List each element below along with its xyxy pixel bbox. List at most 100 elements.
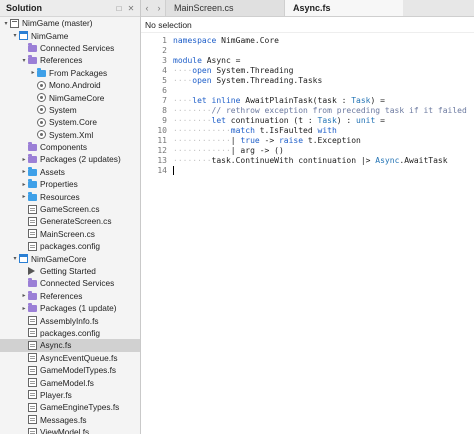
tab-async[interactable]: Async.fs [284,0,403,16]
solution-tree-item-label: GameModel.fs [40,377,94,388]
code-line[interactable]: 1 namespace NimGame.Core [141,35,474,45]
solution-tree-item[interactable]: Getting Started [0,265,140,277]
code-line[interactable]: 3 module Async = [141,55,474,65]
code-token: AwaitPlainTask(task : [240,95,352,105]
code-text [173,165,174,175]
chevron-right-icon[interactable]: ▸ [20,193,28,200]
path-bar-text: No selection [145,19,192,30]
solution-tree-item-label: From Packages [49,67,108,78]
code-token: // rethrow exception from preceding task… [211,105,467,115]
solution-tree-item[interactable]: GenerateScreen.cs [0,215,140,227]
solution-tree-item[interactable]: System.Core [0,116,140,128]
code-editor[interactable]: 1 namespace NimGame.Core 2 3 module Async = 4… [141,33,474,175]
code-token: with [317,125,337,135]
code-line[interactable]: 11 ············| true -> raise t.Exceptio… [141,135,474,145]
chevron-right-icon[interactable]: ▸ [20,305,28,312]
chevron-right-icon[interactable]: ▸ [20,156,28,163]
solution-tree-item[interactable]: AssemblyInfo.fs [0,314,140,326]
code-token: | arg -> () [230,145,284,155]
solution-tree-item[interactable]: MainScreen.cs [0,228,140,240]
pad-options-icon[interactable]: □ [114,4,124,13]
chevron-right-icon[interactable]: ▸ [20,168,28,175]
whitespace-marker: ········ [173,115,212,125]
chevron-right-icon[interactable]: ▸ [20,292,28,299]
solution-tree-item-label: Assets [40,166,65,177]
code-line[interactable]: 8 ········// rethrow exception from prece… [141,105,474,115]
chevron-down-icon[interactable]: ▾ [11,32,19,39]
solution-tree-item[interactable]: GameModel.fs [0,376,140,388]
solution-tree-item[interactable]: Components [0,141,140,153]
path-bar[interactable]: No selection [141,17,474,33]
chevron-down-icon[interactable]: ▾ [11,255,19,262]
solution-tree-item[interactable]: ▾ NimGame (master) [0,17,140,29]
solution-tree-item[interactable]: GameModelTypes.fs [0,364,140,376]
file-icon [28,427,37,434]
project-icon [19,254,28,264]
solution-tree-item[interactable]: NimGameCore [0,91,140,103]
code-token: true [240,135,260,145]
folder-purple-icon [28,303,37,313]
code-line[interactable]: 10 ············match t.IsFaulted with [141,125,474,135]
folder-purple-icon [28,55,37,65]
solution-tree-item[interactable]: ▸ Resources [0,190,140,202]
solution-tree-item[interactable]: Async.fs [0,339,140,352]
solution-tree-item-label: References [40,290,83,301]
code-token: task.ContinueWith continuation |> [211,155,376,165]
code-token: open [192,65,212,75]
solution-tree-item[interactable]: ▸ Properties [0,178,140,190]
solution-tree-item[interactable]: System [0,104,140,116]
solution-tree-item[interactable]: Connected Services [0,42,140,54]
line-number: 9 [162,115,167,125]
code-line[interactable]: 9 ········let continuation (t : Task) : u… [141,115,474,125]
pad-close-icon[interactable]: ✕ [126,4,136,13]
code-token: .AwaitTask [399,155,448,165]
whitespace-marker: ············ [173,135,231,145]
chevron-right-icon[interactable]: ▸ [29,69,37,76]
solution-tree-item[interactable]: AsyncEventQueue.fs [0,352,140,364]
file-icon [28,229,37,239]
solution-tree-item-label: packages.config [40,327,100,338]
tab-forward-icon[interactable]: › [153,0,165,16]
tab-back-icon[interactable]: ‹ [141,0,153,16]
solution-tree-item[interactable]: ▸ Packages (1 update) [0,302,140,314]
tab-mainscreen[interactable]: MainScreen.cs [165,0,284,16]
solution-tree-item[interactable]: ▾ References [0,54,140,66]
line-number: 5 [162,75,167,85]
line-number: 12 [157,145,167,155]
solution-tree-item[interactable]: Player.fs [0,389,140,401]
code-line[interactable]: 12 ············| arg -> () [141,145,474,155]
chevron-down-icon[interactable]: ▾ [2,20,10,27]
solution-tree-item[interactable]: Mono.Android [0,79,140,91]
solution-tree-item[interactable]: System.Xml [0,129,140,141]
code-line[interactable]: 6 [141,85,474,95]
solution-tree-item-label: MainScreen.cs [40,228,95,239]
code-text: ············match t.IsFaulted with [173,126,337,135]
solution-tree-item[interactable]: packages.config [0,327,140,339]
code-line[interactable]: 14 [141,165,474,175]
code-token: Async [375,155,400,165]
code-line[interactable]: 2 [141,45,474,55]
chevron-right-icon[interactable]: ▸ [20,181,28,188]
solution-tree-item[interactable]: Messages.fs [0,414,140,426]
code-line[interactable]: 7 ····let inline AwaitPlainTask(task : Ta… [141,95,474,105]
code-line[interactable]: 5 ····open System.Threading.Tasks [141,75,474,85]
solution-tree-item[interactable]: ▾ NimGameCore [0,252,140,264]
solution-tree-item-label: Connected Services [40,278,115,289]
code-line[interactable]: 13 ········task.ContinueWith continuation… [141,155,474,165]
solution-tree-item[interactable]: packages.config [0,240,140,252]
solution-tree-item[interactable]: ▸ References [0,290,140,302]
whitespace-marker: ············ [173,145,231,155]
solution-tree-item[interactable]: ▾ NimGame [0,29,140,41]
solution-tree-item[interactable]: GameScreen.cs [0,203,140,215]
solution-tree-item[interactable]: ▸ Assets [0,166,140,178]
solution-tree-item-label: AssemblyInfo.fs [40,315,99,326]
line-number: 8 [162,105,167,115]
code-line[interactable]: 4 ····open System.Threading [141,65,474,75]
chevron-down-icon[interactable]: ▾ [20,57,28,64]
code-token: System.Threading.Tasks [211,75,323,85]
solution-tree-item[interactable]: ▸ From Packages [0,67,140,79]
solution-tree-item[interactable]: Connected Services [0,277,140,289]
solution-tree-item[interactable]: ViewModel.fs [0,426,140,434]
solution-tree-item[interactable]: GameEngineTypes.fs [0,401,140,413]
solution-tree-item[interactable]: ▸ Packages (2 updates) [0,153,140,165]
